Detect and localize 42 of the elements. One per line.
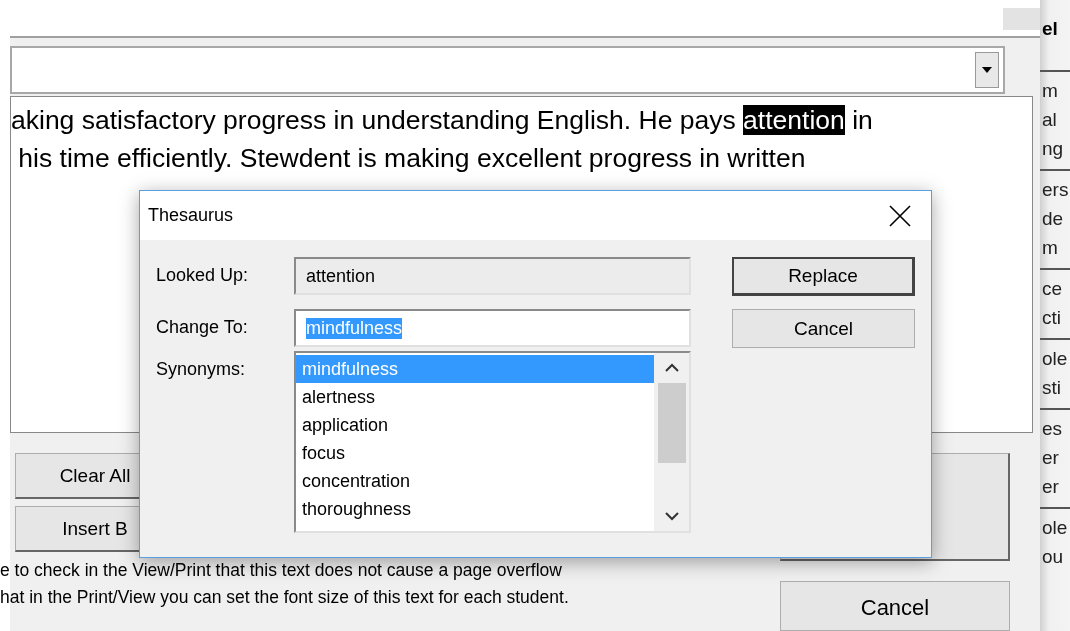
hint-text: e to check in the View/Print that this text does not cause a page overflow: [0, 559, 563, 582]
cancel-button[interactable]: Cancel: [780, 581, 1010, 631]
cancel-button[interactable]: Cancel: [732, 309, 915, 348]
clipped-text: er: [1042, 475, 1060, 499]
list-item[interactable]: concentration: [296, 467, 654, 495]
hint-text: hat in the Print/View you can set the font size of this text for each student.: [0, 586, 570, 609]
caret-icon: [982, 67, 992, 73]
clipped-text: ole: [1042, 347, 1069, 371]
list-item[interactable]: application: [296, 411, 654, 439]
looked-up-field: attention: [294, 257, 691, 295]
clipped-text: ou: [1042, 545, 1065, 569]
list-item[interactable]: focus: [296, 439, 654, 467]
synonyms-list[interactable]: mindfulness alertness application focus concentration thoroughness: [294, 351, 691, 533]
clipped-text: de: [1042, 207, 1065, 231]
dropdown-button[interactable]: [975, 52, 999, 88]
clipped-text: m: [1042, 79, 1059, 103]
list-item[interactable]: thoroughness: [296, 495, 654, 523]
scrollbar[interactable]: [654, 353, 689, 531]
field-label: Looked Up:: [156, 264, 250, 287]
field-label: Change To:: [156, 316, 249, 339]
scroll-thumb[interactable]: [657, 383, 686, 463]
clipped-text: es: [1042, 417, 1064, 441]
clipped-text: er: [1042, 446, 1060, 470]
clipped-text: ole: [1042, 516, 1069, 540]
replace-button[interactable]: Replace: [732, 257, 915, 296]
text-line: aking satisfactory progress in understanding English. He pays attention in: [11, 104, 873, 137]
chevron-up-icon[interactable]: [664, 363, 679, 373]
clipped-text: al: [1042, 108, 1058, 132]
close-icon[interactable]: [889, 204, 911, 227]
clipped-text: cti: [1042, 306, 1062, 330]
clipped-text: m: [1042, 236, 1059, 260]
field-label: Synonyms:: [156, 358, 247, 381]
dialog-title: Thesaurus: [148, 205, 234, 226]
column-header: el: [1041, 17, 1059, 41]
clipped-text: sti: [1042, 376, 1062, 400]
chevron-down-icon[interactable]: [664, 511, 679, 521]
clipped-text: ers: [1042, 178, 1070, 202]
dropdown-field[interactable]: [10, 46, 1005, 94]
clipped-text: ce: [1042, 277, 1064, 301]
list-item[interactable]: alertness: [296, 383, 654, 411]
clipped-text: ng: [1042, 137, 1065, 161]
text-line: his time efficiently. Stewdent is making excellent progress in written: [17, 142, 806, 175]
